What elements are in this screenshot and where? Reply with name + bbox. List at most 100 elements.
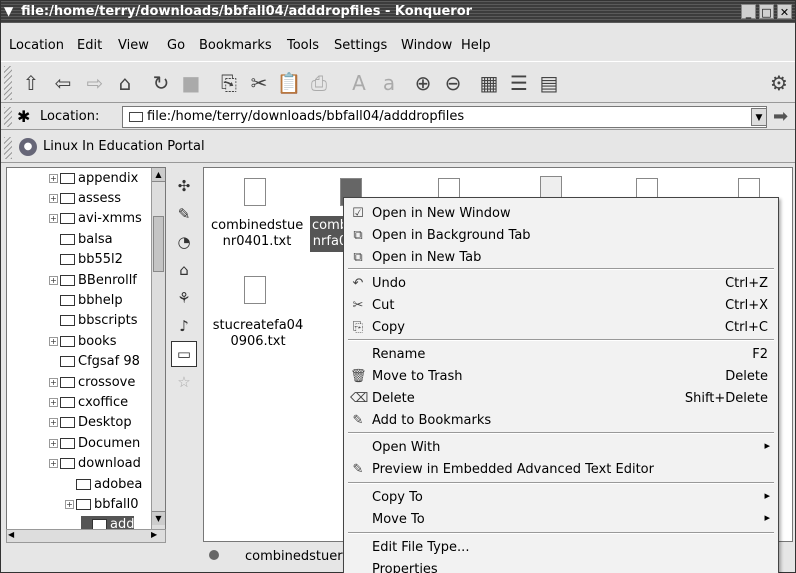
sidebar-media-icon[interactable]: ♪ (171, 313, 197, 339)
file-label-combinedstuenr[interactable]: combinedstue nr0401.txt (211, 218, 303, 250)
sidebar-root-folder-icon[interactable]: ▭ (171, 341, 197, 367)
menu-item-move-to[interactable]: Move To ▸ (344, 509, 778, 531)
toolbar-grip[interactable] (4, 66, 12, 100)
expand-toggle-icon[interactable]: + (49, 377, 58, 387)
sidebar-services-icon[interactable]: ☆ (171, 369, 197, 395)
menu-item-copy-to[interactable]: Copy To ▸ (344, 487, 778, 509)
expand-toggle-icon[interactable]: + (49, 336, 58, 346)
location-dropdown-button[interactable]: ▼ (751, 108, 767, 126)
window-menu-icon[interactable]: ▼ (4, 4, 18, 18)
file-icon-stucreatefa[interactable] (244, 276, 266, 304)
tree-view-icon[interactable]: ☰ (507, 71, 531, 95)
menu-item-delete[interactable]: ⌫ Delete Shift+Delete (344, 388, 778, 410)
tree-item[interactable]: balsa (49, 230, 113, 248)
sidebar-network-icon[interactable]: ⚘ (171, 285, 197, 311)
bookmark-linux-education[interactable]: Linux In Education Portal (43, 139, 205, 154)
scroll-thumb[interactable] (153, 216, 164, 272)
decrease-font-icon[interactable]: a (377, 71, 401, 95)
tree-item[interactable]: + assess (49, 189, 121, 207)
scroll-up-button[interactable]: ▲ (152, 168, 165, 182)
menu-bookmarks[interactable]: Bookmarks (199, 38, 272, 53)
icon-view-icon[interactable]: ▦ (477, 71, 501, 95)
menu-item-properties[interactable]: Properties (344, 559, 778, 573)
expand-toggle-icon[interactable]: + (49, 173, 58, 183)
menu-item-undo[interactable]: ↶ Undo Ctrl+Z (344, 273, 778, 295)
expand-toggle-icon[interactable]: + (49, 214, 58, 224)
forward-icon[interactable]: ⇨ (83, 71, 107, 95)
sidebar-bookmarks-icon[interactable]: ✎ (171, 201, 197, 227)
expand-toggle-icon[interactable]: + (49, 397, 58, 407)
tree-item[interactable]: bb55l2 (49, 251, 123, 269)
expand-toggle-icon[interactable]: + (49, 193, 58, 203)
zoom-out-icon[interactable]: ⊖ (441, 71, 465, 95)
expand-toggle-icon[interactable]: + (49, 275, 58, 285)
menu-location[interactable]: Location (9, 38, 64, 53)
back-icon[interactable]: ⇦ (51, 71, 75, 95)
tree-item[interactable]: + BBenrollf (49, 271, 137, 289)
locationbar-grip[interactable] (4, 107, 12, 127)
menu-window[interactable]: Window (401, 38, 452, 53)
file-icon-combinedstuenr[interactable] (244, 178, 266, 206)
tree-item[interactable]: + crossove (49, 373, 135, 391)
scroll-right-button[interactable]: ▶ (151, 530, 157, 539)
expand-toggle-icon[interactable]: + (49, 438, 58, 448)
sidebar-home-icon[interactable]: ⌂ (171, 257, 197, 283)
menu-tools[interactable]: Tools (287, 38, 319, 53)
expand-toggle-icon[interactable]: + (49, 418, 58, 428)
menu-item-cut[interactable]: ✂ Cut Ctrl+X (344, 295, 778, 317)
menu-settings[interactable]: Settings (334, 38, 387, 53)
tree-item[interactable]: + Documen (49, 434, 140, 452)
tree-item[interactable]: + appendix (49, 169, 138, 187)
reload-icon[interactable]: ↻ (149, 71, 173, 95)
scroll-left-button[interactable]: ◀ (8, 530, 14, 539)
menu-item-rename[interactable]: Rename F2 (344, 344, 778, 366)
tree-item[interactable]: bbscripts (49, 312, 138, 330)
maximize-button[interactable]: □ (759, 4, 774, 19)
print-icon[interactable]: ⎙ (307, 71, 331, 95)
tree-item[interactable]: + download (49, 455, 141, 473)
tree-vertical-scrollbar[interactable]: ▲ ▼ (151, 168, 165, 541)
menu-item-copy[interactable]: ⎘ Copy Ctrl+C (344, 317, 778, 339)
expand-toggle-icon[interactable]: + (65, 499, 74, 509)
tree-item[interactable]: + Desktop (49, 414, 132, 432)
cut-toolbar-icon[interactable]: ✂ (247, 71, 271, 95)
increase-font-icon[interactable]: A (347, 71, 371, 95)
go-arrow-icon[interactable]: ➡ (773, 106, 788, 127)
close-button[interactable]: ✕ (777, 4, 792, 19)
tree-item[interactable]: Cfgsaf 98 (49, 353, 140, 371)
expand-toggle-icon[interactable]: + (49, 459, 58, 469)
tree-item[interactable]: adobea (65, 475, 142, 493)
home-icon[interactable]: ⌂ (113, 71, 137, 95)
scroll-down-button[interactable]: ▼ (152, 511, 165, 525)
paste-toolbar-icon[interactable]: 📋 (277, 71, 302, 95)
menu-item-move-to-trash[interactable]: 🗑 Move to Trash Delete (344, 366, 778, 388)
clear-location-icon[interactable]: ✱ (17, 107, 30, 126)
folder-tree[interactable]: + appendix + assess + avi-xmms balsa bb55l2 + BBe… (6, 167, 166, 542)
sidebar-history-icon[interactable]: ◔ (171, 229, 197, 255)
tree-item[interactable]: + avi-xmms (49, 210, 142, 228)
menu-item-open-in-new-tab[interactable]: ⧉ Open in New Tab (344, 247, 778, 269)
stop-icon[interactable]: ■ (179, 71, 203, 95)
tree-item[interactable]: bbhelp (49, 291, 123, 309)
bookmarkbar-grip[interactable] (4, 137, 12, 159)
menu-view[interactable]: View (118, 38, 149, 53)
menu-item-add-to-bookmarks[interactable]: ✎ Add to Bookmarks (344, 410, 778, 432)
menu-item-preview-in-embedded-advanced-text-editor[interactable]: ✎ Preview in Embedded Advanced Text Edito… (344, 459, 778, 481)
sidebar-config-icon[interactable]: ✣ (171, 173, 197, 199)
tree-item[interactable]: + bbfall0 (65, 495, 139, 513)
title-bar[interactable]: ▼ file:/home/terry/downloads/bbfall04/ad… (1, 1, 795, 23)
menu-item-open-in-background-tab[interactable]: ⧉ Open in Background Tab (344, 225, 778, 247)
menu-item-open-with[interactable]: Open With ▸ (344, 437, 778, 459)
tree-item[interactable]: + cxoffice (49, 393, 128, 411)
zoom-in-icon[interactable]: ⊕ (411, 71, 435, 95)
menu-item-edit-file-type[interactable]: Edit File Type... (344, 537, 778, 559)
tree-item[interactable]: + books (49, 332, 116, 350)
tree-horizontal-scrollbar[interactable]: ◀ ▶ (6, 529, 166, 543)
menu-help[interactable]: Help (461, 38, 491, 53)
copy-toolbar-icon[interactable]: ⎘ (217, 71, 241, 95)
up-icon[interactable]: ⇧ (19, 71, 43, 95)
file-label-stucreatefa[interactable]: stucreatefa04 0906.txt (208, 318, 308, 350)
menu-go[interactable]: Go (167, 38, 185, 53)
minimize-button[interactable]: _ (741, 4, 756, 19)
menu-edit[interactable]: Edit (77, 38, 102, 53)
